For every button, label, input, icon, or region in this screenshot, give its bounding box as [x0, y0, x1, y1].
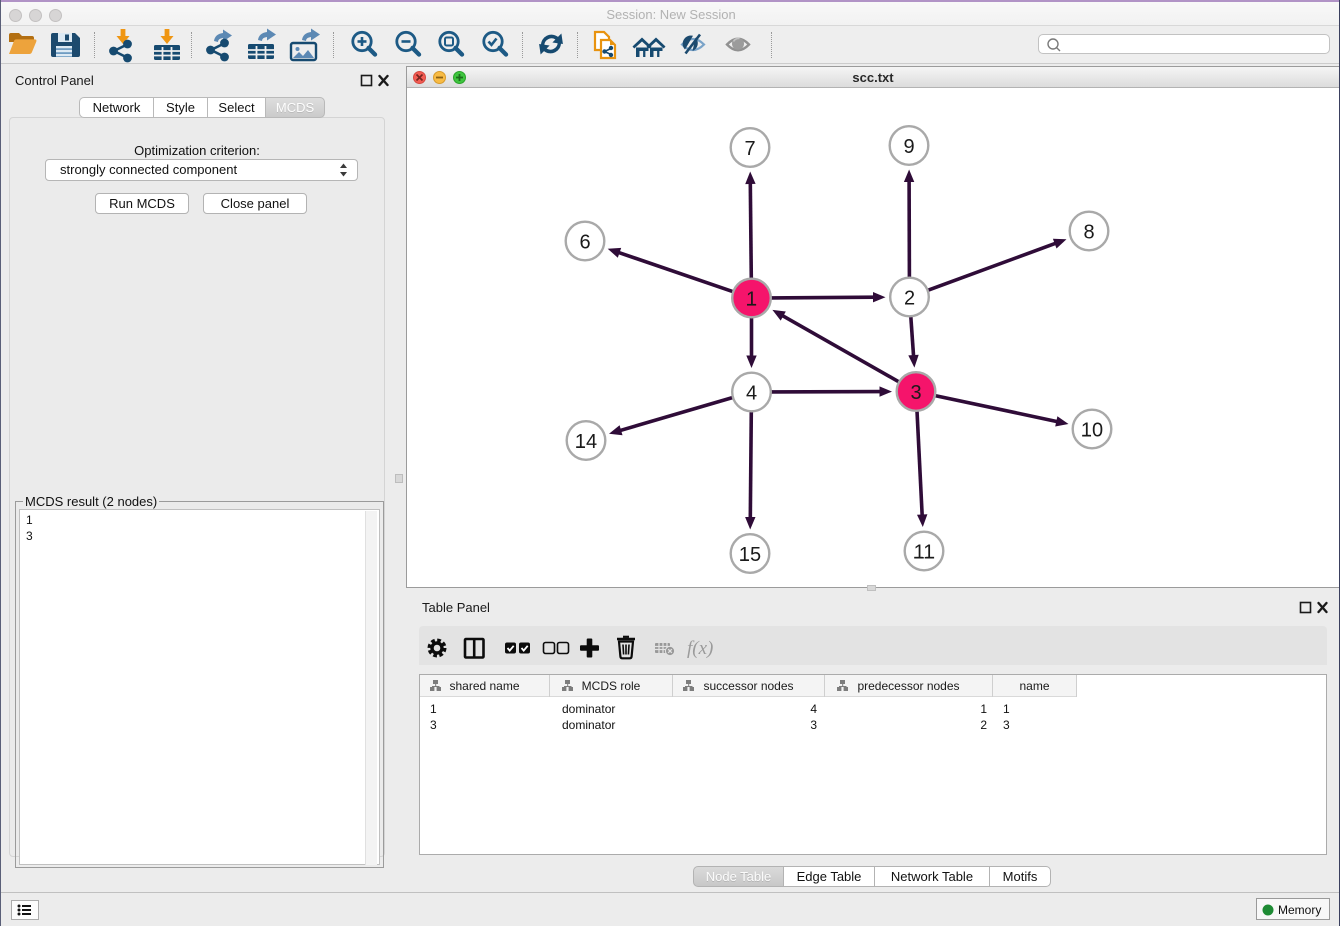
svg-text:7: 7: [744, 138, 755, 160]
svg-text:9: 9: [903, 136, 914, 158]
svg-text:f(x): f(x): [687, 638, 713, 659]
svg-text:4: 4: [746, 383, 757, 405]
svg-text:14: 14: [575, 431, 597, 453]
svg-text:10: 10: [1081, 420, 1103, 442]
svg-text:15: 15: [739, 544, 761, 566]
svg-text:3: 3: [910, 382, 921, 404]
svg-text:6: 6: [579, 232, 590, 254]
svg-text:1: 1: [746, 289, 757, 311]
svg-text:8: 8: [1083, 222, 1094, 244]
svg-text:2: 2: [904, 288, 915, 310]
svg-text:11: 11: [914, 542, 935, 564]
